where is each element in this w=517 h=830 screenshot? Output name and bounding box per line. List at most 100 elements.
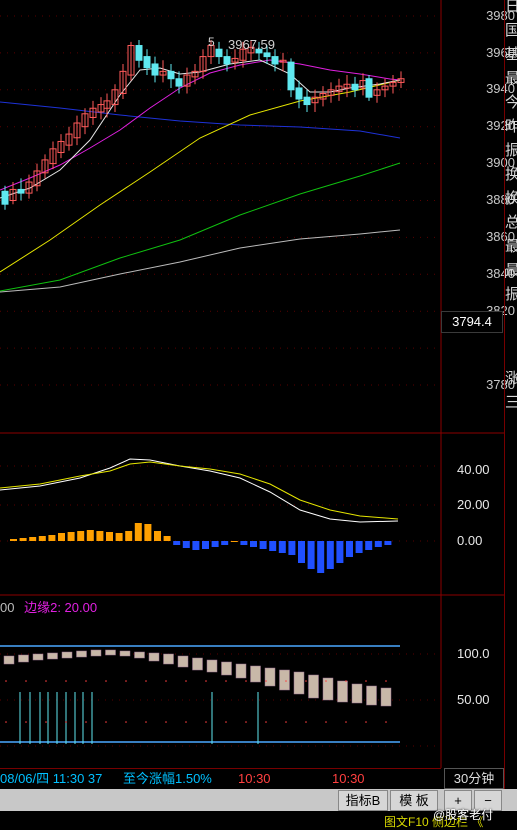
info-char: 振 — [505, 138, 517, 162]
candle-bear — [287, 61, 295, 91]
ma-white-line — [0, 59, 401, 199]
info-char: 最 — [505, 66, 517, 90]
info-char: 换 — [505, 186, 517, 210]
edge-dot — [125, 721, 127, 723]
current-price-box: 3794.4 — [441, 311, 503, 333]
edge-dot — [265, 680, 267, 682]
macd-bar-negative — [374, 541, 382, 547]
edge-dot — [225, 680, 227, 682]
edge-box — [250, 665, 261, 683]
candle-bear — [135, 45, 143, 61]
macd-bar-negative — [269, 541, 277, 551]
ma-yellow-line — [0, 79, 401, 273]
candle-bear — [351, 83, 359, 91]
edge-dot — [45, 680, 47, 682]
candle-bear — [151, 63, 159, 76]
macd-bar-negative — [202, 541, 209, 549]
edge-dot — [385, 721, 387, 723]
macd-bar-positive — [48, 535, 56, 541]
edge-box — [32, 653, 44, 661]
info-char: 最 — [505, 234, 517, 258]
edge-dot — [105, 721, 107, 723]
edge-dot — [285, 721, 287, 723]
macd-bar-positive — [96, 531, 104, 541]
edge-box — [206, 659, 218, 673]
edge-box — [293, 671, 305, 695]
edge-dot — [265, 721, 267, 723]
info-char: 今 — [505, 90, 517, 114]
info-char: 国 — [505, 18, 517, 42]
edge-dot — [205, 721, 207, 723]
edge-box — [351, 683, 363, 704]
macd-bar-positive — [154, 531, 161, 541]
macd-bar-positive — [19, 538, 27, 541]
macd-label-0: 0.00 — [457, 533, 483, 548]
edge-box — [221, 661, 232, 676]
macd-label-40: 40.00 — [457, 462, 490, 477]
macd-bar-negative — [278, 541, 286, 553]
edge-label-100: 100.0 — [457, 646, 490, 661]
edge-dot — [65, 721, 67, 723]
candle-bear — [271, 56, 279, 65]
edge-dot — [105, 680, 107, 682]
edge-box — [3, 655, 15, 665]
template-button[interactable]: 模 板 — [390, 790, 438, 811]
macd-bar-positive — [67, 532, 75, 541]
edge-dot — [125, 680, 127, 682]
info-char: 日 — [505, 0, 517, 18]
indicator-button[interactable]: 指标B — [338, 790, 388, 811]
macd-bar-negative — [240, 541, 248, 545]
edge-box — [366, 685, 377, 706]
macd-bar-positive — [115, 533, 123, 541]
candle-bear — [167, 70, 175, 80]
edge-indicator-legend: 00 边缘2: 20.00 — [0, 597, 97, 616]
status-time-1: 10:30 — [238, 771, 271, 786]
legend-prev-value: 00 — [0, 600, 15, 615]
edge-box — [177, 655, 189, 668]
edge-dot — [25, 721, 27, 723]
macd-bar-negative — [288, 541, 296, 555]
high-marker-arrow: 5 — [208, 35, 215, 49]
edge-dot — [145, 680, 147, 682]
info-char: 三 — [505, 390, 517, 414]
macd-bar-positive — [230, 541, 238, 542]
edge-dot — [5, 721, 7, 723]
edge-box — [279, 669, 290, 691]
edge-dot — [85, 721, 87, 723]
edge-box — [105, 649, 116, 656]
edge-box — [76, 650, 87, 658]
status-date: 08/06/四 11:30 37 — [0, 771, 103, 786]
edge-box — [18, 654, 29, 663]
macd-bar-positive — [86, 530, 94, 541]
edge-box — [61, 651, 73, 659]
edge-dot — [385, 680, 387, 682]
candle-bear — [1, 190, 9, 205]
macd-bar-negative — [365, 541, 373, 550]
kline-chart-canvas[interactable]: 5 3967.59 — [0, 0, 517, 826]
macd-dif-line — [0, 458, 399, 523]
period-selector[interactable]: 30分钟 — [444, 768, 504, 789]
candle-bear — [17, 188, 25, 194]
macd-bar-negative — [192, 541, 200, 550]
edge-box — [134, 651, 145, 659]
macd-bar-negative — [317, 541, 325, 573]
ma-green-line — [0, 162, 401, 292]
edge-box — [148, 652, 160, 662]
info-char: 涨 — [505, 366, 517, 390]
edge-dot — [285, 680, 287, 682]
edge-box — [192, 657, 203, 671]
high-price-marker: 3967.59 — [228, 37, 275, 52]
candlesticks — [1, 39, 405, 210]
macd-bar-negative — [298, 541, 305, 563]
edge-box — [264, 667, 276, 687]
status-since-rise: 至今涨幅1.50% — [123, 771, 212, 786]
edge-box — [163, 653, 174, 665]
macd-bar-negative — [259, 541, 267, 549]
macd-bar-negative — [211, 541, 219, 547]
macd-bar-positive — [38, 536, 46, 541]
edge-box — [119, 650, 131, 657]
macd-bar-positive — [144, 524, 152, 541]
status-time-2: 10:30 — [332, 771, 365, 786]
info-char: 基 — [505, 42, 517, 66]
legend-edge2: 边缘2: 20.00 — [24, 600, 98, 615]
